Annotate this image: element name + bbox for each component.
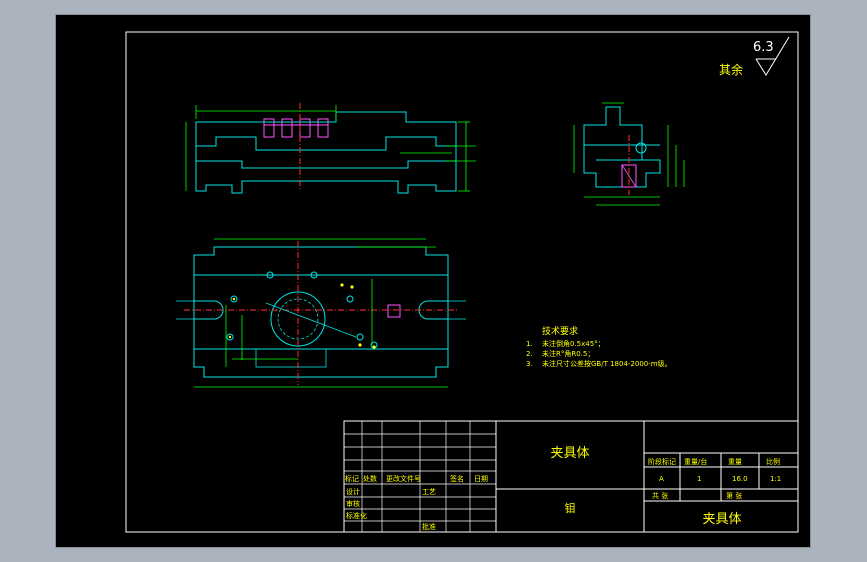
- drawing-name: 夹具体: [702, 512, 741, 527]
- roughness-label: 其余: [719, 62, 743, 77]
- cad-drawing: 其余 6.3 技术要求 1. 未注倒角0.5x45°； 2. 未注R°角R0.5…: [125, 31, 799, 533]
- tech-req-title: 技术要求: [542, 325, 578, 337]
- material: 钼: [565, 501, 576, 515]
- front-view: [185, 103, 476, 194]
- tech-req-item-3: 未注尺寸公差按GB/T 1804-2000-m级。: [542, 359, 672, 368]
- header-stage: 阶段标记: [648, 457, 676, 466]
- label-sign: 签名: [450, 474, 464, 483]
- header-scale: 比例: [766, 457, 780, 466]
- label-change-doc: 更改文件号: [386, 474, 421, 483]
- side-view: [573, 102, 685, 206]
- label-standard: 批准: [422, 522, 436, 531]
- part-name: 夹具体: [550, 446, 589, 461]
- header-weight: 重量/台: [684, 457, 707, 466]
- roughness-value: 6.3: [753, 40, 774, 55]
- value-mass: 16.0: [732, 475, 748, 483]
- drawing-sheet: 其余 6.3 技术要求 1. 未注倒角0.5x45°； 2. 未注R°角R0.5…: [55, 14, 811, 548]
- header-mass: 重量: [728, 458, 742, 466]
- label-approve: 标准化: [346, 511, 367, 520]
- tech-req-num-3: 3.: [526, 360, 533, 368]
- label-mark: 标记: [345, 474, 359, 483]
- label-design: 设计: [346, 487, 360, 496]
- value-stage: A: [659, 475, 664, 483]
- tech-req-item-1: 未注倒角0.5x45°；: [542, 339, 605, 348]
- tech-req-num-1: 1.: [526, 340, 533, 348]
- label-check: 审核: [346, 499, 360, 508]
- value-weight: 1: [697, 475, 701, 483]
- sheet-total: 共 张: [652, 491, 668, 500]
- inner-frame: [125, 31, 799, 533]
- label-date: 日期: [474, 475, 488, 483]
- tech-req-num-2: 2.: [526, 350, 533, 358]
- tech-req-item-2: 未注R°角R0.5；: [542, 349, 594, 358]
- tech-requirements: 技术要求 1. 未注倒角0.5x45°； 2. 未注R°角R0.5； 3. 未注…: [526, 325, 672, 368]
- top-view: [176, 238, 466, 388]
- value-scale: 1:1: [770, 475, 781, 483]
- label-count: 处数: [363, 474, 377, 483]
- roughness-symbol: 其余 6.3: [719, 36, 790, 77]
- sheet-no: 第 张: [726, 491, 742, 500]
- label-process: 工艺: [422, 488, 436, 496]
